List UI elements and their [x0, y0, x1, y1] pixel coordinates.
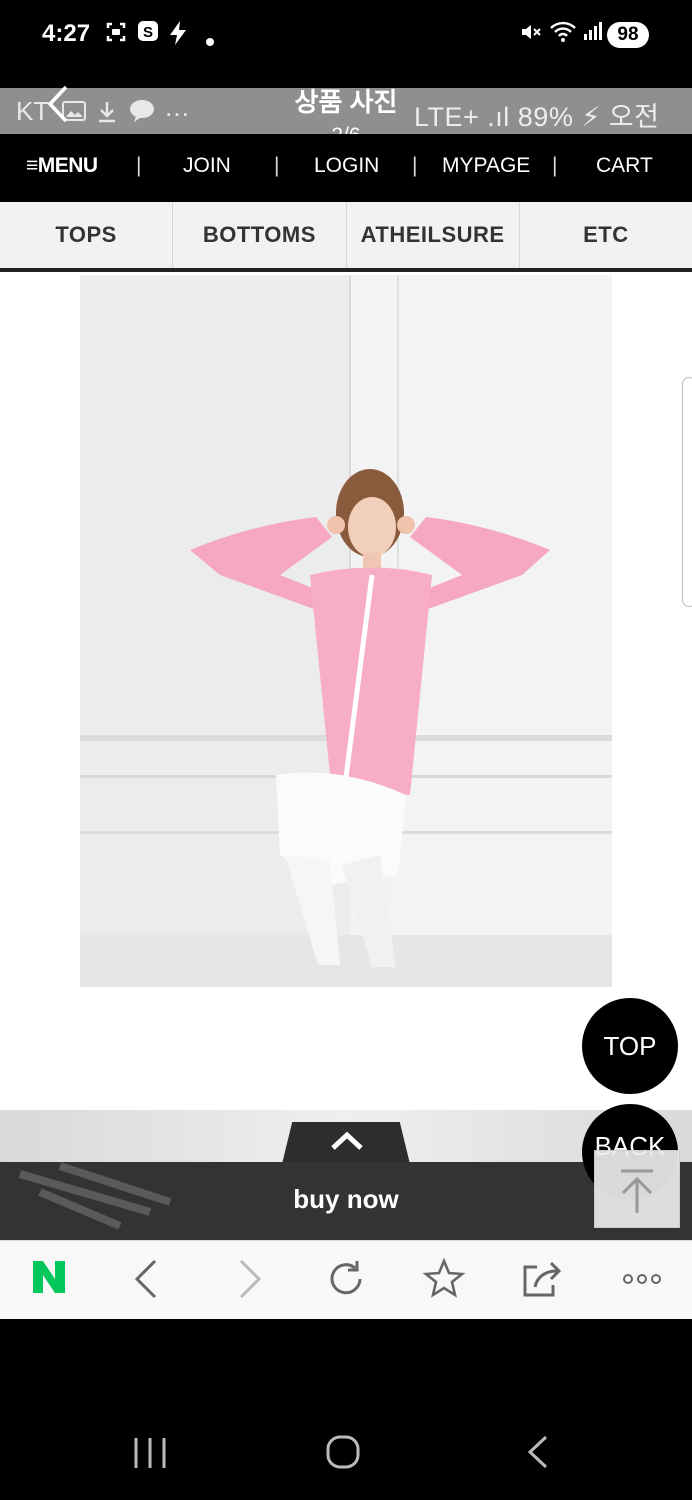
- naver-n-icon[interactable]: [19, 1257, 79, 1303]
- tab-etc[interactable]: ETC: [520, 202, 692, 268]
- wifi-icon: [549, 20, 577, 50]
- buy-now-label[interactable]: buy now: [0, 1184, 692, 1215]
- phone-status-bar: 4:27 S 98: [0, 0, 692, 70]
- signal-icon: [582, 20, 604, 48]
- nav-separator: |: [274, 154, 280, 177]
- product-content: [0, 272, 692, 1110]
- back-arrow-icon[interactable]: [117, 1257, 177, 1303]
- tab-atheilsure[interactable]: ATHEILSURE: [347, 202, 520, 268]
- reload-icon[interactable]: [316, 1257, 376, 1303]
- home-icon[interactable]: [325, 1434, 361, 1475]
- dot-icon: [205, 30, 215, 53]
- mypage-link[interactable]: MYPAGE: [442, 154, 530, 178]
- screenshot-icon: [104, 20, 128, 50]
- category-tabs: TOPS BOTTOMS ATHEILSURE ETC: [0, 202, 692, 272]
- browser-toolbar: [0, 1240, 692, 1319]
- nav-separator: |: [412, 154, 418, 177]
- share-icon[interactable]: [512, 1257, 572, 1303]
- battery-indicator: 98: [607, 22, 649, 48]
- nav-separator: |: [552, 154, 558, 177]
- menu-link[interactable]: ≡MENU: [26, 154, 98, 178]
- product-photo[interactable]: [80, 275, 612, 987]
- cart-link[interactable]: CART: [596, 154, 653, 178]
- join-link[interactable]: JOIN: [183, 154, 231, 178]
- more-icon[interactable]: [612, 1257, 672, 1303]
- status-time: 4:27: [42, 20, 91, 47]
- bookmark-star-icon[interactable]: [414, 1257, 474, 1303]
- svg-text:S: S: [143, 24, 153, 41]
- viewer-title: 상품 사진: [294, 87, 398, 117]
- tab-tops[interactable]: TOPS: [0, 202, 174, 268]
- recents-icon[interactable]: [130, 1436, 170, 1475]
- nav-separator: |: [136, 154, 142, 177]
- flash-icon: [167, 20, 189, 52]
- chevron-up-icon[interactable]: [330, 1130, 364, 1157]
- mute-icon: [519, 20, 543, 50]
- s-app-icon: S: [137, 20, 159, 48]
- back-icon[interactable]: [524, 1434, 552, 1475]
- login-link[interactable]: LOGIN: [314, 154, 379, 178]
- site-top-nav: ≡MENU | JOIN | LOGIN | MYPAGE | CART: [0, 134, 692, 202]
- tab-bottoms[interactable]: BOTTOMS: [173, 202, 347, 268]
- scroll-top-button[interactable]: TOP: [582, 998, 678, 1094]
- scroll-indicator[interactable]: [682, 377, 692, 607]
- to-top-icon[interactable]: [594, 1150, 680, 1228]
- forward-arrow-icon[interactable]: [219, 1257, 279, 1303]
- system-nav-bar: [0, 1400, 692, 1500]
